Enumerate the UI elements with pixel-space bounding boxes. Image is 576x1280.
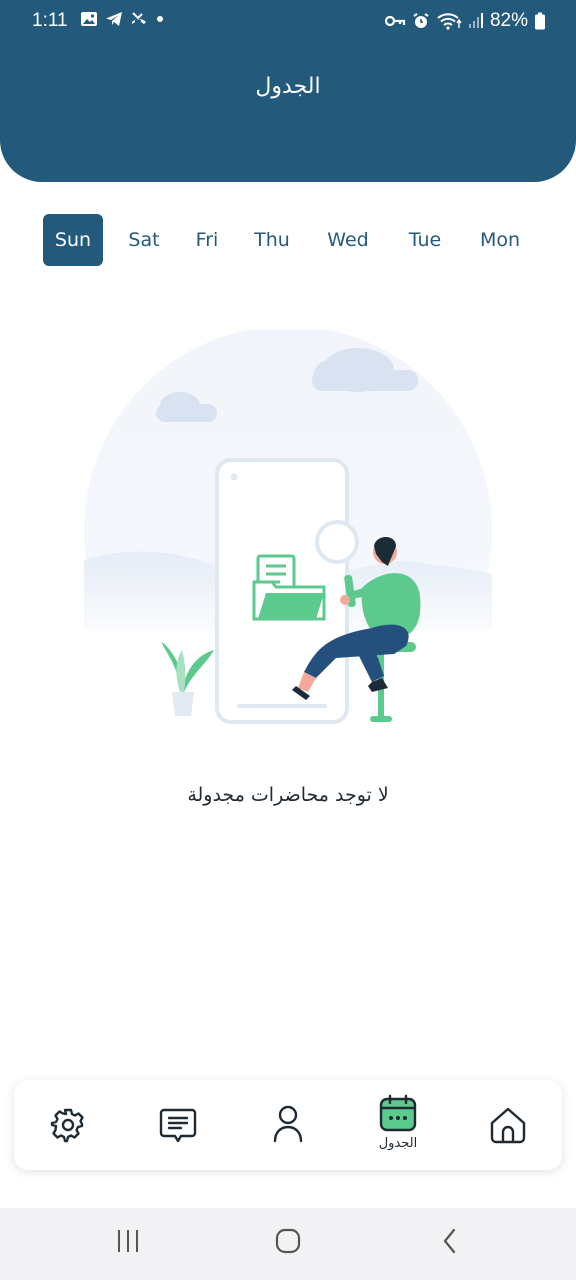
nav-settings[interactable] <box>23 1080 113 1170</box>
day-tab-sun[interactable]: Sun <box>43 214 103 266</box>
chat-icon <box>159 1108 197 1143</box>
empty-state-message: لا توجد محاضرات مجدولة <box>187 784 389 806</box>
status-bar: 1:11 82% <box>0 0 576 42</box>
day-tab-tue[interactable]: Tue <box>400 214 450 266</box>
nav-messages[interactable] <box>133 1080 223 1170</box>
nav-schedule[interactable]: الجدول <box>353 1080 443 1170</box>
telegram-icon <box>106 12 122 26</box>
recent-apps-button[interactable] <box>108 1228 148 1260</box>
day-tab-fri[interactable]: Fri <box>186 214 228 266</box>
status-time: 1:11 <box>32 10 68 31</box>
day-tab-thu[interactable]: Thu <box>248 214 296 266</box>
calendar-icon <box>379 1094 417 1132</box>
home-icon <box>490 1107 526 1144</box>
day-tab-wed[interactable]: Wed <box>320 214 376 266</box>
wifi-icon <box>437 13 462 30</box>
battery-icon <box>535 12 545 30</box>
image-icon <box>81 12 97 26</box>
page-title: الجدول <box>255 74 321 99</box>
day-tab-mon[interactable]: Mon <box>472 214 528 266</box>
battery-percent: 82% <box>489 10 528 31</box>
system-nav-bar <box>0 1208 576 1280</box>
recent-apps-icon <box>118 1230 138 1252</box>
nav-profile[interactable] <box>243 1080 333 1170</box>
home-circle-icon <box>275 1228 301 1254</box>
signal-icon <box>468 13 483 28</box>
dot-icon <box>157 16 163 22</box>
back-icon <box>443 1228 456 1254</box>
status-notification-icons <box>80 11 165 27</box>
missed-call-icon <box>132 12 146 24</box>
back-system-button[interactable] <box>430 1228 470 1260</box>
nav-home[interactable] <box>463 1080 553 1170</box>
bottom-nav: الجدول <box>14 1080 562 1170</box>
key-icon <box>384 15 406 27</box>
user-icon <box>273 1105 303 1143</box>
alarm-icon <box>413 13 429 28</box>
empty-schedule-illustration <box>76 330 500 730</box>
status-system-icons: 82% <box>384 10 546 32</box>
day-selector: Sun Sat Fri Thu Wed Tue Mon <box>0 214 576 266</box>
nav-schedule-label: الجدول <box>378 1136 418 1151</box>
gear-icon <box>50 1108 84 1143</box>
app-header: الجدول <box>0 42 576 182</box>
home-system-button[interactable] <box>268 1228 308 1260</box>
day-tab-sat[interactable]: Sat <box>118 214 170 266</box>
